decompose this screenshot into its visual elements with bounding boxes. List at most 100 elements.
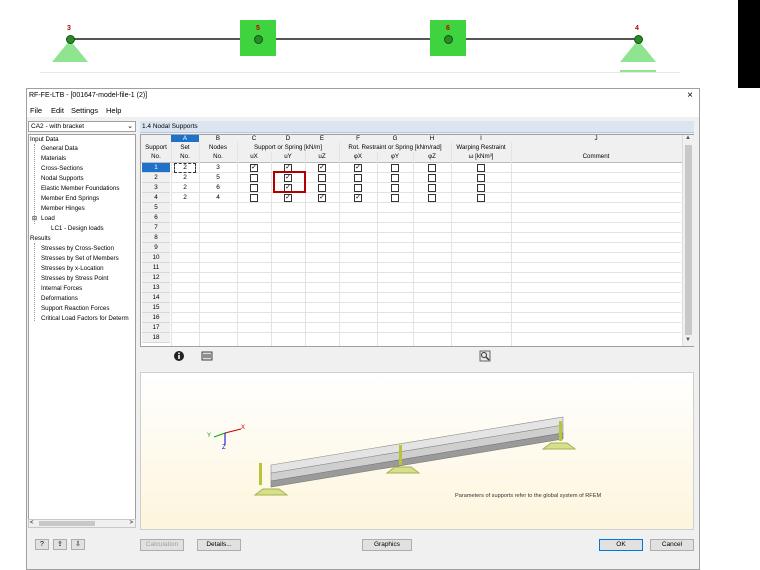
nav-member-end-springs[interactable]: Member End Springs [41, 195, 99, 202]
row-number[interactable]: 12 [142, 273, 170, 283]
scroll-up-icon[interactable]: ▲ [685, 135, 691, 141]
info-icon[interactable] [172, 350, 186, 362]
cell-set-4[interactable]: 2 [171, 193, 199, 203]
close-icon[interactable]: × [687, 90, 693, 101]
nav-deformations[interactable]: Deformations [41, 295, 78, 302]
checkbox-py[interactable] [391, 174, 399, 182]
navigator-hscroll[interactable]: < > [28, 519, 136, 528]
menu-file[interactable]: File [30, 106, 42, 115]
case-select[interactable]: CA2 - with bracket ⌄ [28, 121, 136, 132]
row-number[interactable]: 4 [142, 193, 170, 203]
cell-set-2[interactable]: 2 [171, 173, 199, 183]
cell-set-3[interactable]: 2 [171, 183, 199, 193]
cell-node-2[interactable]: 5 [199, 173, 237, 183]
checkbox-w[interactable] [477, 184, 485, 192]
checkbox-px[interactable]: ✓ [354, 164, 362, 172]
checkbox-ux[interactable] [250, 194, 258, 202]
row-number[interactable]: 9 [142, 243, 170, 253]
checkbox-pz[interactable] [428, 164, 436, 172]
checkbox-pz[interactable] [428, 194, 436, 202]
table-vscroll[interactable]: ▲ ▼ [682, 135, 694, 346]
row-number[interactable]: 8 [142, 233, 170, 243]
view-zoom-icon[interactable] [478, 350, 492, 362]
checkbox-px[interactable] [354, 184, 362, 192]
row-number[interactable]: 17 [142, 323, 170, 333]
nav-load-toggle[interactable]: ⊟ [32, 215, 37, 222]
cell-node-4[interactable]: 4 [199, 193, 237, 203]
import-icon[interactable]: ⇩ [71, 539, 85, 550]
checkbox-uz[interactable] [318, 174, 326, 182]
menu-settings[interactable]: Settings [71, 106, 98, 115]
menu-edit[interactable]: Edit [51, 106, 64, 115]
col-letter-g[interactable]: G [377, 135, 413, 142]
checkbox-px[interactable]: ✓ [354, 194, 362, 202]
checkbox-py[interactable] [391, 164, 399, 172]
nav-member-hinges[interactable]: Member Hinges [41, 205, 85, 212]
row-number[interactable]: 14 [142, 293, 170, 303]
graphics-button[interactable]: Graphics [362, 539, 412, 551]
nav-load-case[interactable]: LC1 - Design loads [51, 225, 104, 232]
col-letter-h[interactable]: H [413, 135, 451, 142]
checkbox-pz[interactable] [428, 184, 436, 192]
nav-materials[interactable]: Materials [41, 155, 66, 162]
checkbox-py[interactable] [391, 194, 399, 202]
row-number[interactable]: 16 [142, 313, 170, 323]
scroll-down-icon[interactable]: ▼ [685, 337, 691, 343]
scroll-thumb[interactable] [685, 145, 692, 335]
row-number[interactable]: 5 [142, 203, 170, 213]
scroll-thumb[interactable] [39, 521, 95, 526]
cell-set-1[interactable]: 2 [174, 163, 196, 173]
help-icon[interactable]: ? [35, 539, 49, 550]
row-number[interactable]: 3 [142, 183, 170, 193]
select-in-graphic-icon[interactable] [200, 350, 214, 362]
details-button[interactable]: Details... [197, 539, 241, 551]
checkbox-ux[interactable] [250, 184, 258, 192]
col-letter-f[interactable]: F [339, 135, 377, 142]
nav-stresses-cross-section[interactable]: Stresses by Cross-Section [41, 245, 114, 252]
checkbox-uy[interactable]: ✓ [284, 194, 292, 202]
row-number[interactable]: 2 [142, 173, 170, 183]
cell-node-3[interactable]: 6 [199, 183, 237, 193]
checkbox-ux[interactable] [250, 174, 258, 182]
col-letter-d[interactable]: D [271, 135, 305, 142]
scroll-right-icon[interactable]: > [129, 520, 133, 526]
nav-nodal-supports[interactable]: Nodal Supports [41, 175, 84, 182]
cancel-button[interactable]: Cancel [650, 539, 694, 551]
row-number[interactable]: 15 [142, 303, 170, 313]
nav-elastic-member-foundations[interactable]: Elastic Member Foundations [41, 185, 119, 192]
checkbox-w[interactable] [477, 164, 485, 172]
nav-stresses-x-location[interactable]: Stresses by x-Location [41, 265, 104, 272]
nav-load[interactable]: Load [41, 215, 55, 222]
ok-button[interactable]: OK [599, 539, 643, 551]
nav-critical-load-factors[interactable]: Critical Load Factors for Determ [41, 315, 129, 322]
row-number[interactable]: 1 [142, 163, 170, 173]
checkbox-w[interactable] [477, 194, 485, 202]
col-letter-b[interactable]: B [199, 135, 237, 142]
export-icon[interactable]: ⇪ [53, 539, 67, 550]
calculation-button[interactable]: Calculation [140, 539, 184, 551]
col-letter-j[interactable]: J [511, 135, 681, 142]
row-number[interactable]: 10 [142, 253, 170, 263]
nav-internal-forces[interactable]: Internal Forces [41, 285, 82, 292]
col-letter-e[interactable]: E [305, 135, 339, 142]
nav-stresses-set-members[interactable]: Stresses by Set of Members [41, 255, 119, 262]
cell-node-1[interactable]: 3 [199, 163, 237, 173]
nav-stresses-stress-point[interactable]: Stresses by Stress Point [41, 275, 108, 282]
row-number[interactable]: 11 [142, 263, 170, 273]
nav-results[interactable]: Results [30, 235, 51, 242]
scroll-left-icon[interactable]: < [30, 520, 34, 526]
row-number[interactable]: 13 [142, 283, 170, 293]
row-number[interactable]: 18 [142, 333, 170, 343]
col-letter-i[interactable]: I [451, 135, 511, 142]
nav-input-data[interactable]: Input Data [30, 136, 59, 143]
nav-general-data[interactable]: General Data [41, 145, 78, 152]
checkbox-ux[interactable]: ✓ [250, 164, 258, 172]
checkbox-px[interactable] [354, 174, 362, 182]
checkbox-w[interactable] [477, 174, 485, 182]
nav-support-reaction-forces[interactable]: Support Reaction Forces [41, 305, 109, 312]
row-number[interactable]: 7 [142, 223, 170, 233]
col-letter-c[interactable]: C [237, 135, 271, 142]
checkbox-uz[interactable] [318, 184, 326, 192]
checkbox-uz[interactable]: ✓ [318, 194, 326, 202]
nav-cross-sections[interactable]: Cross-Sections [41, 165, 83, 172]
